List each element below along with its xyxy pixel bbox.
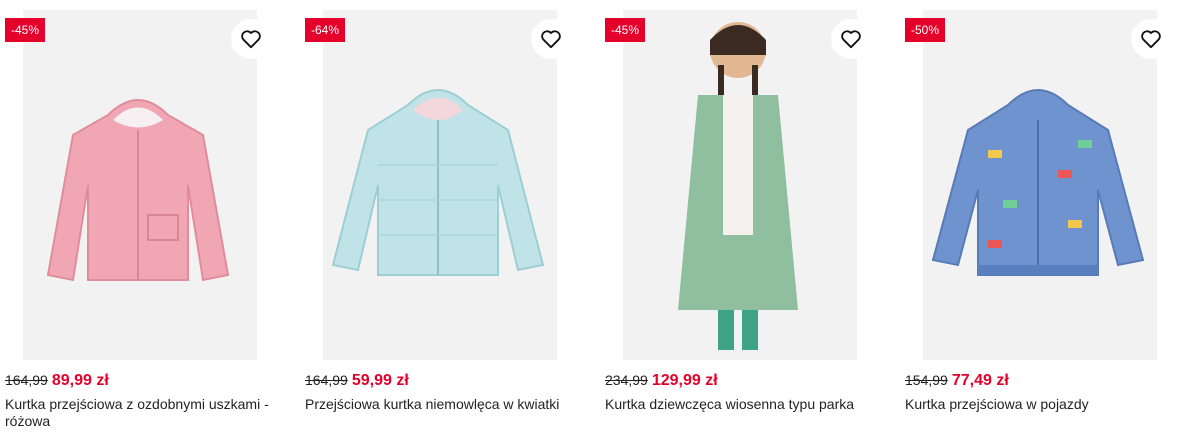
- heart-outline-icon: [841, 30, 861, 49]
- old-price: 164,99: [5, 372, 48, 388]
- favorite-button[interactable]: [531, 19, 571, 59]
- product-name[interactable]: Przejściowa kurtka niemowlęca w kwiatki: [305, 396, 571, 413]
- sale-price: 129,99 zł: [651, 372, 718, 389]
- favorite-button[interactable]: [1131, 19, 1171, 59]
- sale-price: 77,49 zł: [951, 372, 1009, 389]
- product-image[interactable]: -64%: [305, 10, 571, 360]
- product-name[interactable]: Kurtka przejściowa z ozdobnymi uszkami -…: [5, 396, 271, 430]
- favorite-button[interactable]: [231, 19, 271, 59]
- blue-vehicle-jacket-image: [931, 89, 1145, 276]
- mint-jacket-image: [331, 89, 545, 276]
- product-card[interactable]: -45% 164,99 89,99 zł Kurtka przejściowa …: [5, 10, 271, 430]
- product-card[interactable]: -45% 234,99 129,99 zł Kurtka dziewczęca …: [605, 10, 871, 413]
- discount-badge: -64%: [305, 18, 346, 42]
- heart-outline-icon: [241, 30, 261, 49]
- heart-outline-icon: [541, 30, 561, 49]
- price-row: 154,99 77,49 zł: [905, 372, 1171, 392]
- product-card[interactable]: -64% 164,99 59,99 zł Przejściowa kurtka …: [305, 10, 571, 413]
- product-image[interactable]: -50%: [905, 10, 1171, 360]
- product-image[interactable]: -45%: [5, 10, 271, 360]
- girl-parka-image: [678, 22, 798, 350]
- price-row: 164,99 59,99 zł: [305, 372, 571, 392]
- discount-badge: -45%: [5, 18, 46, 42]
- heart-outline-icon: [1141, 30, 1161, 49]
- product-grid: -45% 164,99 89,99 zł Kurtka przejściowa …: [0, 0, 1187, 438]
- favorite-button[interactable]: [831, 19, 871, 59]
- product-image[interactable]: -45%: [605, 10, 871, 360]
- old-price: 154,99: [905, 372, 948, 388]
- old-price: 234,99: [605, 372, 648, 388]
- product-name[interactable]: Kurtka przejściowa w pojazdy: [905, 396, 1171, 413]
- price-row: 164,99 89,99 zł: [5, 372, 271, 392]
- product-card[interactable]: -50% 154,99 77,49 zł Kurtka przejściowa …: [905, 10, 1171, 413]
- pink-jacket-image: [46, 99, 230, 282]
- product-name[interactable]: Kurtka dziewczęca wiosenna typu parka: [605, 396, 871, 413]
- sale-price: 59,99 zł: [351, 372, 409, 389]
- sale-price: 89,99 zł: [51, 372, 109, 389]
- discount-badge: -50%: [905, 18, 946, 42]
- old-price: 164,99: [305, 372, 348, 388]
- discount-badge: -45%: [605, 18, 646, 42]
- price-row: 234,99 129,99 zł: [605, 372, 871, 392]
